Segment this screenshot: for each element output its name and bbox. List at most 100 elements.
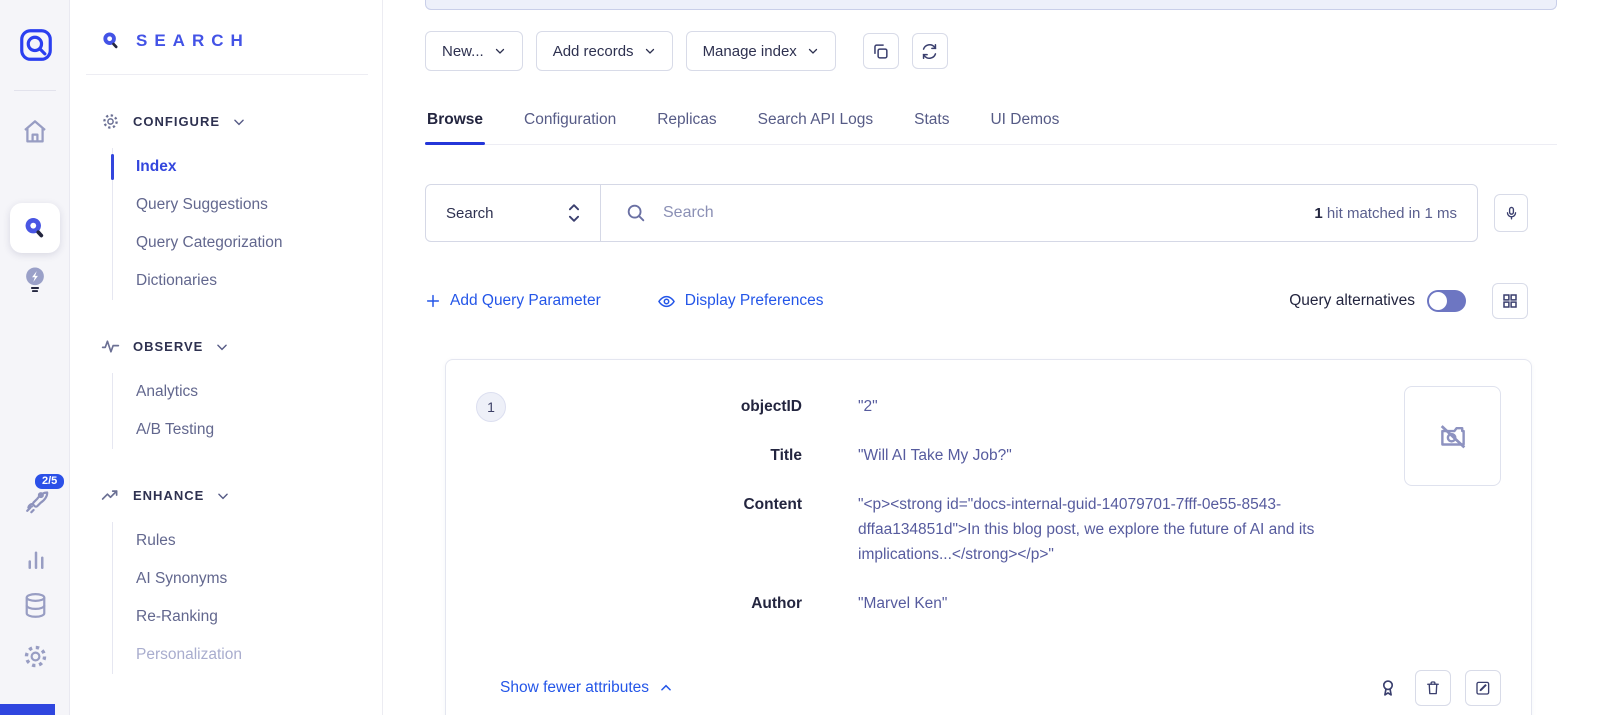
sidebar-item-personalization[interactable]: Personalization bbox=[113, 636, 382, 674]
toggle-knob bbox=[1429, 292, 1447, 310]
sidebar-item-index[interactable]: Index bbox=[113, 148, 382, 186]
attribute-name: Author bbox=[512, 591, 802, 616]
attribute-value: "Will AI Take My Job?" bbox=[858, 443, 1012, 468]
hit-attributes: objectID "2" Title "Will AI Take My Job?… bbox=[512, 386, 1388, 640]
award-ribbon-icon bbox=[1377, 676, 1399, 700]
attribute-row: Author "Marvel Ken" bbox=[512, 591, 1388, 616]
sidebar-item-dictionaries[interactable]: Dictionaries bbox=[113, 262, 382, 300]
sidebar-item-re-ranking[interactable]: Re-Ranking bbox=[113, 598, 382, 636]
search-scope-label: Search bbox=[446, 205, 494, 222]
section-enhance-header[interactable]: ENHANCE bbox=[100, 485, 382, 506]
image-off-icon bbox=[1436, 419, 1470, 453]
tab-replicas[interactable]: Replicas bbox=[655, 105, 718, 144]
activity-pulse-icon bbox=[100, 336, 121, 357]
display-preferences-link[interactable]: Display Preferences bbox=[657, 292, 824, 311]
chevron-down-icon bbox=[494, 45, 506, 57]
attribute-value: "Marvel Ken" bbox=[858, 591, 947, 616]
add-query-parameter-link[interactable]: Add Query Parameter bbox=[425, 292, 601, 310]
search-input[interactable] bbox=[663, 204, 1298, 222]
index-selector-remnant[interactable] bbox=[425, 0, 1557, 10]
refresh-button[interactable] bbox=[912, 33, 948, 69]
show-fewer-attributes-link[interactable]: Show fewer attributes bbox=[500, 679, 673, 697]
section-enhance: ENHANCE Rules AI Synonyms Re-Ranking Per… bbox=[100, 485, 382, 674]
section-label: CONFIGURE bbox=[133, 114, 220, 129]
attribute-name: objectID bbox=[512, 394, 802, 419]
search-bar-row: Search 1 hit matched in 1 ms bbox=[425, 184, 1600, 242]
bar-chart-icon[interactable] bbox=[21, 544, 51, 574]
copy-index-button[interactable] bbox=[863, 33, 899, 69]
section-label: ENHANCE bbox=[133, 488, 204, 503]
hit-stats-text: hit matched in 1 ms bbox=[1323, 205, 1457, 222]
product-header[interactable]: SEARCH bbox=[100, 30, 382, 52]
sidebar-item-ab-testing[interactable]: A/B Testing bbox=[113, 411, 382, 449]
chevron-down-icon bbox=[807, 45, 819, 57]
section-observe: OBSERVE Analytics A/B Testing bbox=[100, 336, 382, 449]
sidebar-item-query-categorization[interactable]: Query Categorization bbox=[113, 224, 382, 262]
chevron-up-icon bbox=[659, 681, 673, 695]
query-alternatives-label: Query alternatives bbox=[1289, 292, 1415, 310]
attribute-value: "<p><strong id="docs-internal-guid-14079… bbox=[858, 492, 1388, 567]
show-fewer-label: Show fewer attributes bbox=[500, 679, 649, 697]
voice-search-button[interactable] bbox=[1494, 194, 1528, 232]
section-configure: CONFIGURE Index Query Suggestions Query … bbox=[100, 111, 382, 300]
chevron-down-icon bbox=[644, 45, 656, 57]
settings-gear-icon[interactable] bbox=[20, 641, 51, 672]
grid-icon bbox=[1501, 292, 1519, 310]
eye-icon bbox=[657, 292, 676, 311]
chevron-down-icon bbox=[215, 340, 229, 354]
attribute-name: Title bbox=[512, 443, 802, 468]
hit-image-placeholder bbox=[1404, 386, 1501, 486]
hit-actions bbox=[1375, 670, 1501, 706]
microphone-icon bbox=[1503, 204, 1520, 223]
edit-pencil-icon bbox=[1474, 679, 1492, 697]
query-options-row: Add Query Parameter Display Preferences … bbox=[425, 283, 1528, 319]
layout-grid-button[interactable] bbox=[1492, 283, 1528, 319]
add-records-dropdown-button[interactable]: Add records bbox=[536, 31, 673, 71]
section-configure-header[interactable]: CONFIGURE bbox=[100, 111, 382, 132]
search-stats: 1 hit matched in 1 ms bbox=[1314, 205, 1457, 222]
delete-record-button[interactable] bbox=[1415, 670, 1451, 706]
tab-stats[interactable]: Stats bbox=[912, 105, 951, 144]
attribute-name: Content bbox=[512, 492, 802, 567]
query-alternatives-toggle[interactable] bbox=[1427, 290, 1466, 312]
sidebar-item-analytics[interactable]: Analytics bbox=[113, 373, 382, 411]
home-icon[interactable] bbox=[19, 116, 51, 148]
plus-icon bbox=[425, 293, 441, 309]
rail-bottom-accent bbox=[0, 704, 55, 715]
manage-index-dropdown-button[interactable]: Manage index bbox=[686, 31, 836, 71]
app-rail: 2/5 bbox=[0, 0, 70, 715]
tab-browse[interactable]: Browse bbox=[425, 105, 485, 144]
add-query-parameter-label: Add Query Parameter bbox=[450, 292, 601, 310]
search-scope-select[interactable]: Search bbox=[426, 185, 601, 241]
gear-icon bbox=[100, 111, 121, 132]
product-name: SEARCH bbox=[136, 31, 250, 51]
trash-icon bbox=[1424, 679, 1442, 697]
tab-configuration[interactable]: Configuration bbox=[522, 105, 618, 144]
sidebar: SEARCH CONFIGURE Index Query Suggestions… bbox=[70, 0, 383, 715]
recommend-bulb-icon[interactable] bbox=[20, 264, 50, 296]
tab-ui-demos[interactable]: UI Demos bbox=[988, 105, 1061, 144]
algolia-logo-icon[interactable] bbox=[17, 26, 55, 64]
chevron-down-icon bbox=[216, 489, 230, 503]
tab-search-api-logs[interactable]: Search API Logs bbox=[756, 105, 875, 144]
database-icon[interactable] bbox=[20, 590, 51, 621]
sidebar-item-ai-synonyms[interactable]: AI Synonyms bbox=[113, 560, 382, 598]
hit-footer: Show fewer attributes bbox=[476, 670, 1501, 706]
sidebar-item-query-suggestions[interactable]: Query Suggestions bbox=[113, 186, 382, 224]
chevron-down-icon bbox=[232, 115, 246, 129]
main-content: New... Add records Manage index bbox=[383, 0, 1600, 715]
rail-search-active[interactable] bbox=[10, 203, 60, 253]
attribute-row: Content "<p><strong id="docs-internal-gu… bbox=[512, 492, 1388, 567]
new-dropdown-button[interactable]: New... bbox=[425, 31, 523, 71]
sidebar-divider bbox=[86, 74, 368, 75]
index-tabs: Browse Configuration Replicas Search API… bbox=[425, 105, 1557, 145]
sidebar-item-rules[interactable]: Rules bbox=[113, 522, 382, 560]
select-chevrons-icon bbox=[566, 202, 582, 224]
edit-record-button[interactable] bbox=[1465, 670, 1501, 706]
copy-icon bbox=[871, 42, 890, 61]
attribute-row: Title "Will AI Take My Job?" bbox=[512, 443, 1388, 468]
section-observe-header[interactable]: OBSERVE bbox=[100, 336, 382, 357]
ranking-info-button[interactable] bbox=[1375, 674, 1401, 702]
hit-count: 1 bbox=[1314, 205, 1322, 222]
section-label: OBSERVE bbox=[133, 339, 203, 354]
